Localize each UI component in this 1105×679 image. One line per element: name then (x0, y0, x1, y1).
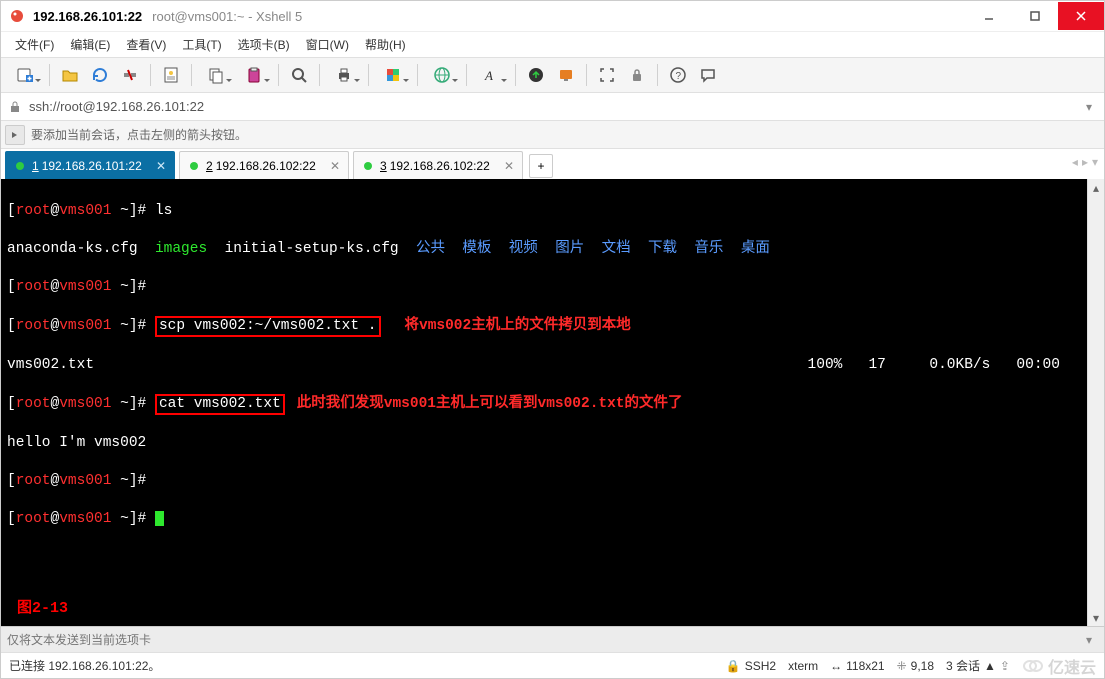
tab-label: 192.168.26.102:22 (216, 159, 316, 173)
status-bar: 已连接 192.168.26.101:22。 🔒SSH2 xterm ↔118x… (1, 652, 1104, 678)
session-tab-3[interactable]: 3 192.168.26.102:22 ✕ (353, 151, 523, 179)
chat-button[interactable] (694, 61, 722, 89)
menu-view[interactable]: 查看(V) (118, 33, 174, 56)
terminal-cursor (155, 511, 164, 526)
tab-number: 2 (206, 159, 213, 173)
address-input[interactable] (29, 99, 1080, 114)
title-host: 192.168.26.101:22 (33, 9, 142, 24)
compose-dropdown[interactable]: ▾ (1080, 633, 1098, 647)
xagent-button[interactable] (552, 61, 580, 89)
svg-text:?: ? (676, 71, 682, 82)
color-scheme-button[interactable] (375, 61, 411, 89)
tab-number: 1 (32, 159, 39, 173)
copy-button[interactable] (198, 61, 234, 89)
session-tab-1[interactable]: 1 192.168.26.101:22 ✕ (5, 151, 175, 179)
status-ssh: 🔒SSH2 (726, 659, 776, 673)
tab-close-button[interactable]: ✕ (328, 159, 342, 173)
print-button[interactable] (326, 61, 362, 89)
font-button[interactable]: A (473, 61, 509, 89)
maximize-button[interactable] (1012, 2, 1058, 30)
new-tab-button[interactable]: + (529, 154, 553, 178)
tab-close-button[interactable]: ✕ (154, 159, 168, 173)
terminal-area: [root@vms001 ~]# ls anaconda-ks.cfg imag… (1, 179, 1104, 626)
watermark: 亿速云 (1022, 654, 1096, 678)
scroll-track[interactable] (1088, 196, 1104, 609)
open-button[interactable] (56, 61, 84, 89)
lock-icon: 🔒 (726, 659, 741, 673)
encoding-button[interactable] (424, 61, 460, 89)
help-button[interactable]: ? (664, 61, 692, 89)
menu-edit[interactable]: 编辑(E) (62, 33, 118, 56)
status-cursor: ⁜9,18 (897, 659, 934, 673)
sessions-up-icon[interactable]: ▲ (984, 659, 996, 673)
paste-button[interactable] (236, 61, 272, 89)
reconnect-button[interactable] (86, 61, 114, 89)
address-dropdown[interactable]: ▾ (1080, 100, 1098, 114)
status-dot-icon (190, 162, 198, 170)
status-dot-icon (16, 162, 24, 170)
status-size: ↔118x21 (830, 659, 884, 673)
title-session: root@vms001:~ - Xshell 5 (152, 9, 302, 24)
tab-close-button[interactable]: ✕ (502, 159, 516, 173)
toolbar: A ? (1, 57, 1104, 93)
tab-number: 3 (380, 159, 387, 173)
address-bar: ▾ (1, 93, 1104, 121)
figure-label: 图2-13 (17, 599, 68, 618)
tab-label: 192.168.26.102:22 (390, 159, 490, 173)
menu-window[interactable]: 窗口(W) (298, 33, 357, 56)
app-icon (9, 8, 25, 24)
properties-button[interactable] (157, 61, 185, 89)
tab-label: 192.168.26.101:22 (42, 159, 142, 173)
status-dot-icon (364, 162, 372, 170)
menu-tools[interactable]: 工具(T) (174, 33, 229, 56)
status-term: xterm (788, 659, 818, 673)
tab-list-button[interactable]: ▾ (1092, 155, 1098, 169)
transfer-button[interactable] (522, 61, 550, 89)
minimize-button[interactable] (966, 2, 1012, 30)
hint-bar: 要添加当前会话，点击左侧的箭头按钮。 (1, 121, 1104, 149)
status-connection: 已连接 192.168.26.101:22。 (9, 657, 714, 674)
session-tab-2[interactable]: 2 192.168.26.102:22 ✕ (179, 151, 349, 179)
title-bar: 192.168.26.101:22 root@vms001:~ - Xshell… (1, 1, 1104, 31)
disconnect-button[interactable] (116, 61, 144, 89)
lock-button[interactable] (623, 61, 651, 89)
annotation-text: 将vms002主机上的文件拷贝到本地 (405, 318, 631, 334)
caps-icon: ⇪ (1000, 659, 1010, 673)
tab-next-button[interactable]: ▸ (1082, 155, 1088, 169)
scroll-up-button[interactable]: ▴ (1088, 179, 1104, 196)
lock-icon (7, 99, 23, 115)
tab-nav: ◂ ▸ ▾ (1072, 155, 1098, 169)
close-button[interactable] (1058, 2, 1104, 30)
svg-text:A: A (484, 68, 493, 83)
cursor-pos-icon: ⁜ (897, 659, 907, 673)
tab-prev-button[interactable]: ◂ (1072, 155, 1078, 169)
terminal[interactable]: [root@vms001 ~]# ls anaconda-ks.cfg imag… (1, 179, 1087, 626)
status-sessions: 3 会话 ▲ ⇪ (946, 657, 1010, 674)
tab-strip: 1 192.168.26.101:22 ✕ 2 192.168.26.102:2… (1, 149, 1104, 179)
menu-help[interactable]: 帮助(H) (357, 33, 414, 56)
highlighted-command: scp vms002:~/vms002.txt . (155, 316, 381, 337)
scroll-down-button[interactable]: ▾ (1088, 609, 1104, 626)
menu-tabs[interactable]: 选项卡(B) (230, 33, 298, 56)
menu-bar: 文件(F) 编辑(E) 查看(V) 工具(T) 选项卡(B) 窗口(W) 帮助(… (1, 31, 1104, 57)
menu-file[interactable]: 文件(F) (7, 33, 62, 56)
compose-bar: ▾ (1, 626, 1104, 652)
fullscreen-button[interactable] (593, 61, 621, 89)
annotation-text: 此时我们发现vms001主机上可以看到vms002.txt的文件了 (297, 396, 683, 412)
scrollbar[interactable]: ▴ ▾ (1087, 179, 1104, 626)
hint-text: 要添加当前会话，点击左侧的箭头按钮。 (31, 126, 247, 143)
new-session-button[interactable] (7, 61, 43, 89)
search-button[interactable] (285, 61, 313, 89)
highlighted-command: cat vms002.txt (155, 394, 285, 415)
add-session-arrow-button[interactable] (5, 125, 25, 145)
compose-input[interactable] (7, 633, 1080, 647)
size-icon: ↔ (830, 659, 842, 673)
